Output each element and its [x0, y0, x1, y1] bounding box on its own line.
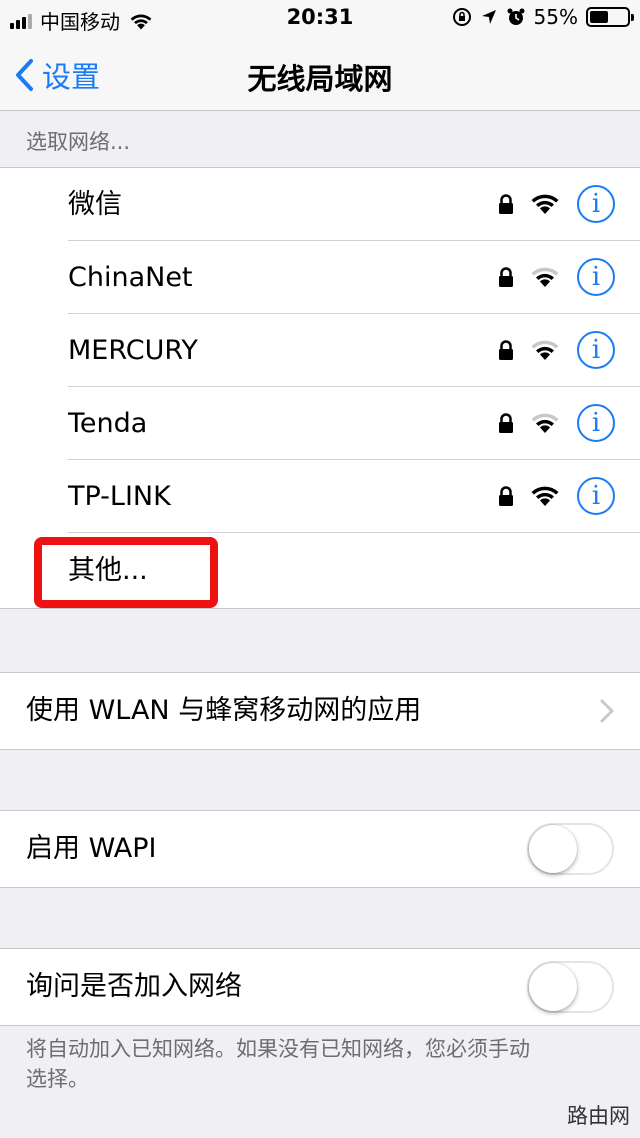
- battery-icon: [586, 7, 634, 27]
- ask-join-cell: 询问是否加入网络: [0, 948, 640, 1026]
- location-icon: [481, 10, 496, 24]
- network-row[interactable]: 微信 i: [0, 168, 640, 241]
- footer-note: 将自动加入已知网络。如果没有已知网络，您必须手动选择。: [26, 1037, 530, 1091]
- orientation-lock-icon: [452, 8, 471, 26]
- wapi-label: 启用 WAPI: [26, 833, 157, 864]
- page-title: 无线局域网: [247, 62, 393, 96]
- status-bar: 中国移动 20:31 55%: [0, 0, 640, 36]
- lock-icon: [499, 267, 513, 287]
- wifi-signal-icon: [531, 194, 559, 214]
- network-row[interactable]: MERCURY i: [0, 314, 640, 387]
- wapi-cell: 启用 WAPI: [0, 810, 640, 888]
- network-row[interactable]: Tenda i: [0, 387, 640, 460]
- lock-icon: [499, 486, 513, 506]
- chevron-right-icon: [600, 699, 614, 723]
- navigation-bar: 设置 无线局域网: [0, 36, 640, 111]
- apps-wlan-cell[interactable]: 使用 WLAN 与蜂窝移动网的应用: [0, 672, 640, 750]
- wifi-signal-icon: [531, 486, 559, 506]
- apps-wlan-label: 使用 WLAN 与蜂窝移动网的应用: [26, 695, 422, 726]
- network-name: Tenda: [68, 408, 148, 439]
- status-right: 55%: [452, 5, 634, 29]
- toggle-knob: [529, 825, 577, 873]
- network-name: MERCURY: [68, 335, 198, 366]
- section-header-choose-network: 选取网络...: [26, 130, 131, 154]
- watermark: 路由网: [567, 1104, 630, 1128]
- wapi-toggle[interactable]: [527, 823, 614, 875]
- lock-icon: [499, 413, 513, 433]
- network-row[interactable]: TP-LINK i: [0, 460, 640, 533]
- info-button[interactable]: i: [577, 477, 615, 515]
- wifi-signal-icon: [531, 340, 559, 360]
- lock-icon: [499, 194, 513, 214]
- wifi-signal-icon: [531, 267, 559, 287]
- network-name: ChinaNet: [68, 262, 193, 293]
- info-button[interactable]: i: [577, 185, 615, 223]
- info-button[interactable]: i: [577, 331, 615, 369]
- info-button[interactable]: i: [577, 404, 615, 442]
- network-row[interactable]: ChinaNet i: [0, 241, 640, 314]
- network-name: 微信: [68, 189, 122, 220]
- ask-join-toggle[interactable]: [527, 961, 614, 1013]
- battery-percent: 55%: [533, 5, 578, 29]
- toggle-knob: [529, 963, 577, 1011]
- info-button[interactable]: i: [577, 258, 615, 296]
- network-name: TP-LINK: [68, 481, 171, 512]
- annotation-highlight-box: [34, 537, 218, 608]
- wifi-signal-icon: [531, 413, 559, 433]
- lock-icon: [499, 340, 513, 360]
- alarm-icon: [507, 8, 525, 25]
- ask-join-label: 询问是否加入网络: [26, 971, 242, 1002]
